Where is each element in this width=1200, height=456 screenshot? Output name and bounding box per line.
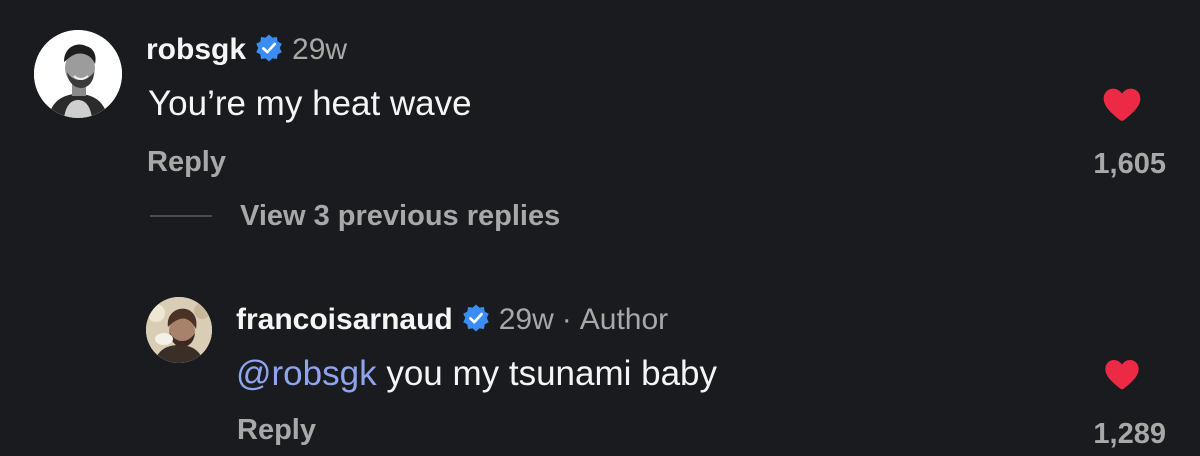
reply-header: francoisarnaud 29w · Author [236,300,668,340]
thread-divider [150,215,212,217]
username[interactable]: francoisarnaud [236,303,453,337]
like-count: 1,605 [1093,148,1166,180]
reply-age: 29w [498,303,554,336]
comment-text: You’re my heat wave [148,84,472,123]
mention-link[interactable]: @robsgk [236,354,377,393]
meta-separator: · [561,303,572,336]
comment-age: 29w [292,33,348,66]
comment: robsgk 29w You’re my heat wave Reply 1,6… [0,0,1200,200]
view-replies-row[interactable]: View 3 previous replies [150,196,560,236]
author-badge: Author [579,303,669,336]
profile-photo-icon [34,30,122,118]
heart-icon[interactable] [1100,82,1144,126]
reply-button[interactable]: Reply [237,414,316,447]
comment-header: robsgk 29w [146,30,347,70]
reply-text: @robsgk you my tsunami baby [236,354,717,394]
reply-comment: francoisarnaud 29w · Author @robsgk you … [0,280,1200,456]
reply-text-body: you my tsunami baby [376,354,718,393]
profile-photo-icon [146,297,212,363]
reply-button[interactable]: Reply [147,146,226,179]
view-previous-replies-button[interactable]: View 3 previous replies [240,200,560,233]
verified-badge-icon [461,303,491,338]
avatar-francoisarnaud[interactable] [146,297,212,363]
username[interactable]: robsgk [146,33,246,67]
avatar-robsgk[interactable] [34,30,122,118]
like-count: 1,289 [1093,418,1166,450]
verified-badge-icon [254,33,284,68]
heart-icon[interactable] [1102,354,1142,394]
